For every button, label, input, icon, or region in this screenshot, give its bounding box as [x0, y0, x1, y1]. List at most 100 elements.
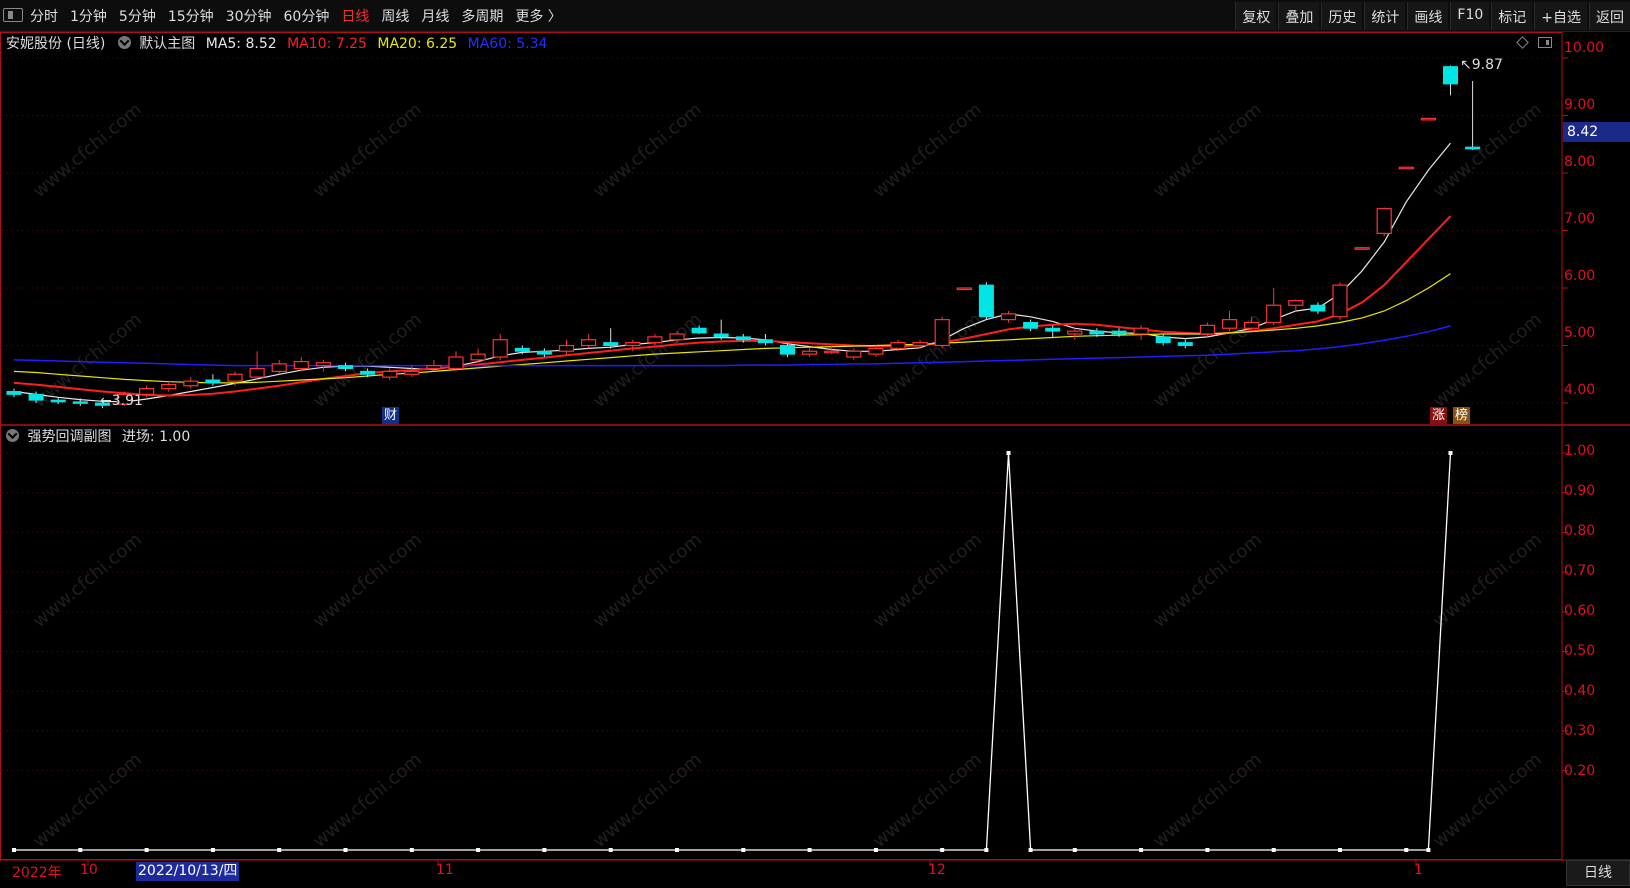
candle — [801, 348, 818, 357]
candle-body — [713, 333, 729, 338]
chart-canvas[interactable] — [0, 32, 1630, 888]
signal-point — [807, 848, 812, 852]
candle-body — [448, 356, 464, 370]
template-name[interactable]: 默认主图 — [139, 36, 195, 52]
restore-rights-button[interactable]: 复权 — [1235, 2, 1277, 30]
candle — [1133, 325, 1149, 340]
mark-button[interactable]: 标记 — [1491, 2, 1533, 30]
sub-legend: 强势回调副图 进场: 1.00 — [6, 426, 190, 446]
history-button[interactable]: 历史 — [1321, 2, 1363, 30]
candle-body — [50, 399, 66, 403]
candle-body — [956, 287, 972, 291]
dropdown-circle-icon[interactable] — [117, 36, 131, 49]
add-watchlist-button[interactable]: +自选 — [1534, 2, 1587, 30]
candle-body — [183, 380, 199, 387]
tab-60min[interactable]: 60分钟 — [284, 6, 330, 26]
candle — [1221, 311, 1238, 332]
panel-toggle-icon[interactable] — [1538, 37, 1552, 48]
candle-body — [6, 391, 22, 395]
tab-5min[interactable]: 5分钟 — [119, 6, 156, 26]
signal-point — [1426, 848, 1431, 852]
current-price-tag: 8.42 — [1563, 122, 1630, 142]
grid-lines — [2, 57, 1568, 866]
candle — [6, 388, 22, 398]
sub-y-label: 0.80 — [1564, 523, 1596, 539]
tab-daily[interactable]: 日线 — [341, 6, 369, 26]
tab-monthly[interactable]: 月线 — [421, 6, 449, 26]
candle — [691, 325, 707, 334]
candle — [603, 328, 619, 349]
tab-fenshi[interactable]: 分时 — [30, 6, 58, 26]
signal-point — [542, 848, 547, 852]
candle-body — [1398, 166, 1414, 170]
overlay-button[interactable]: 叠加 — [1278, 2, 1320, 30]
dropdown-circle-icon[interactable] — [6, 429, 19, 442]
period-toolbar: 分时 1分钟 5分钟 15分钟 30分钟 60分钟 日线 周线 月线 多周期 更… — [0, 0, 1630, 32]
tab-30min[interactable]: 30分钟 — [226, 6, 272, 26]
y-label: 9.00 — [1564, 97, 1596, 113]
sub-y-label: 0.70 — [1564, 563, 1596, 579]
back-button[interactable]: 返回 — [1589, 2, 1630, 30]
signal-point — [1072, 848, 1077, 852]
candle-body — [1023, 322, 1039, 329]
statistics-button[interactable]: 统计 — [1364, 2, 1406, 30]
chart-frame — [0, 32, 1630, 861]
candle-body — [580, 339, 597, 347]
candle-body — [382, 370, 398, 378]
candle — [558, 339, 575, 355]
limit-up-event-tag[interactable]: 涨 — [1430, 407, 1448, 424]
ranking-event-tag[interactable]: 榜 — [1453, 407, 1471, 424]
candle — [1332, 282, 1348, 320]
candle-body — [1067, 330, 1083, 335]
ma5-label: MA5: 8.52 — [205, 36, 277, 52]
sub-y-label: 0.20 — [1564, 763, 1596, 779]
candle-body — [780, 345, 795, 355]
tab-more[interactable]: 更多 〉 — [515, 6, 561, 26]
candle-body — [1089, 330, 1105, 335]
ma10-label: MA10: 7.25 — [287, 36, 367, 52]
sub-y-label: 0.40 — [1564, 683, 1596, 699]
indicator-name[interactable]: 强势回调副图 — [27, 429, 111, 445]
main-legend: 安妮股份 (日线) 默认主图 MA5: 8.52 MA10: 7.25 MA20… — [6, 33, 547, 53]
candle-body — [801, 350, 818, 355]
f10-button[interactable]: F10 — [1450, 2, 1490, 30]
period-switch-button[interactable]: 日线 — [1566, 860, 1630, 886]
tab-weekly[interactable]: 周线 — [381, 6, 409, 26]
candle-body — [1045, 327, 1061, 332]
candle-body — [470, 353, 486, 361]
candle-body — [558, 344, 575, 352]
candle — [205, 374, 221, 386]
candle — [227, 371, 243, 386]
signal-point — [984, 848, 989, 852]
candle — [1398, 166, 1414, 170]
candle — [912, 339, 928, 349]
ma20-label: MA20: 6.25 — [377, 36, 458, 52]
sub-y-label: 0.50 — [1564, 643, 1596, 659]
tab-15min[interactable]: 15分钟 — [168, 6, 214, 26]
date-label-jan: 1 — [1414, 862, 1423, 878]
low-marker-value: 3.91 — [111, 393, 143, 409]
window-toggle-icon[interactable] — [3, 8, 23, 22]
candle-body — [536, 350, 552, 355]
tab-1min[interactable]: 1分钟 — [70, 6, 107, 26]
tab-multi-period[interactable]: 多周期 — [461, 6, 503, 26]
draw-line-button[interactable]: 画线 — [1407, 2, 1449, 30]
signal-point — [741, 848, 746, 852]
diamond-icon[interactable] — [1516, 36, 1529, 49]
candle — [492, 334, 508, 360]
y-label: 6.00 — [1564, 268, 1596, 284]
candle — [1376, 207, 1392, 237]
stock-title[interactable]: 安妮股份 (日线) — [6, 36, 105, 52]
candle-body — [1420, 117, 1437, 121]
candle-body — [338, 365, 353, 369]
candle — [161, 382, 177, 392]
candle-body — [647, 336, 663, 344]
candle — [1000, 311, 1017, 323]
finance-event-tag[interactable]: 财 — [382, 407, 400, 424]
ma-lines — [13, 142, 1452, 403]
signal-point — [873, 848, 878, 852]
ma-line-ma5 — [13, 142, 1451, 403]
candle-body — [271, 363, 287, 372]
candle — [1023, 319, 1039, 332]
candle — [271, 359, 287, 375]
